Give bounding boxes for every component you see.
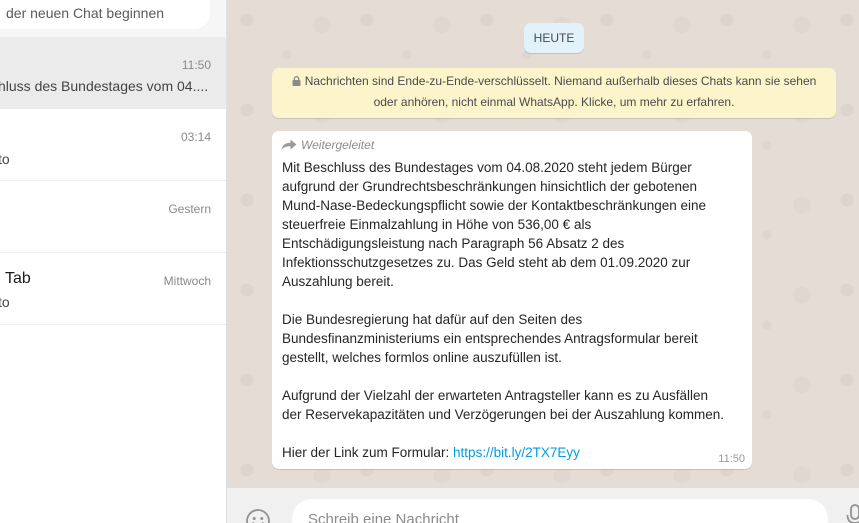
chat-list-item[interactable]: Gestern — [0, 181, 226, 253]
chat-preview: to — [0, 151, 10, 167]
emoji-icon[interactable] — [245, 508, 271, 523]
lock-icon — [292, 76, 301, 86]
message-input[interactable] — [292, 499, 828, 523]
forwarded-label: Weitergeleitet — [301, 138, 375, 152]
chat-list-sidebar: 11:50 hluss des Bundestages vom 04.... 0… — [0, 0, 227, 523]
chat-preview: to — [0, 294, 10, 310]
message-time: 11:50 — [718, 453, 745, 465]
message-paragraph-3: Aufgrund der Vielzahl der erwarteten Ant… — [282, 388, 725, 422]
search-input[interactable] — [3, 0, 216, 26]
message-paragraph-1: Mit Beschluss des Bundestages vom 04.08.… — [282, 160, 707, 289]
date-chip: HEUTE — [524, 23, 584, 53]
search-bar — [0, 0, 226, 37]
encryption-notice-line-1: Nachrichten sind Ende-zu-Ende-verschlüss… — [292, 74, 817, 88]
chat-list-item[interactable]: 03:14 to — [0, 109, 226, 181]
encryption-notice-line-1-text: Nachrichten sind Ende-zu-Ende-verschlüss… — [304, 74, 817, 88]
message-compose-bar — [227, 488, 859, 523]
chat-name: Tab — [5, 270, 31, 287]
chat-time: 11:50 — [181, 58, 211, 72]
encryption-notice[interactable]: Nachrichten sind Ende-zu-Ende-verschlüss… — [272, 68, 836, 118]
chat-list-item[interactable]: Mittwoch Tab to — [0, 253, 226, 325]
forwarded-indicator: Weitergeleitet — [281, 138, 374, 152]
message-link[interactable]: https://bit.ly/2TX7Eyy — [453, 445, 580, 460]
microphone-icon[interactable] — [846, 504, 859, 523]
chat-time: Gestern — [168, 202, 211, 216]
chat-preview: hluss des Bundestages vom 04.... — [0, 78, 209, 94]
chat-time: Mittwoch — [163, 274, 211, 288]
chat-time: 03:14 — [180, 130, 211, 144]
encryption-notice-line-2: oder anhören, nicht einmal WhatsApp. Kli… — [373, 95, 735, 109]
message-link-prefix: Hier der Link zum Formular: — [282, 445, 454, 460]
forward-icon — [281, 139, 297, 150]
search-pill — [0, 0, 216, 29]
chat-list-item[interactable]: 11:50 hluss des Bundestages vom 04.... — [0, 37, 226, 109]
message-text: Mit Beschluss des Bundestages vom 04.08.… — [282, 158, 750, 462]
message-bubble[interactable]: Weitergeleitet Mit Beschluss des Bundest… — [272, 131, 752, 469]
message-paragraph-2: Die Bundesregierung hat dafür auf den Se… — [282, 312, 698, 365]
conversation-panel: HEUTE Nachrichten sind Ende-zu-Ende-vers… — [227, 0, 859, 523]
